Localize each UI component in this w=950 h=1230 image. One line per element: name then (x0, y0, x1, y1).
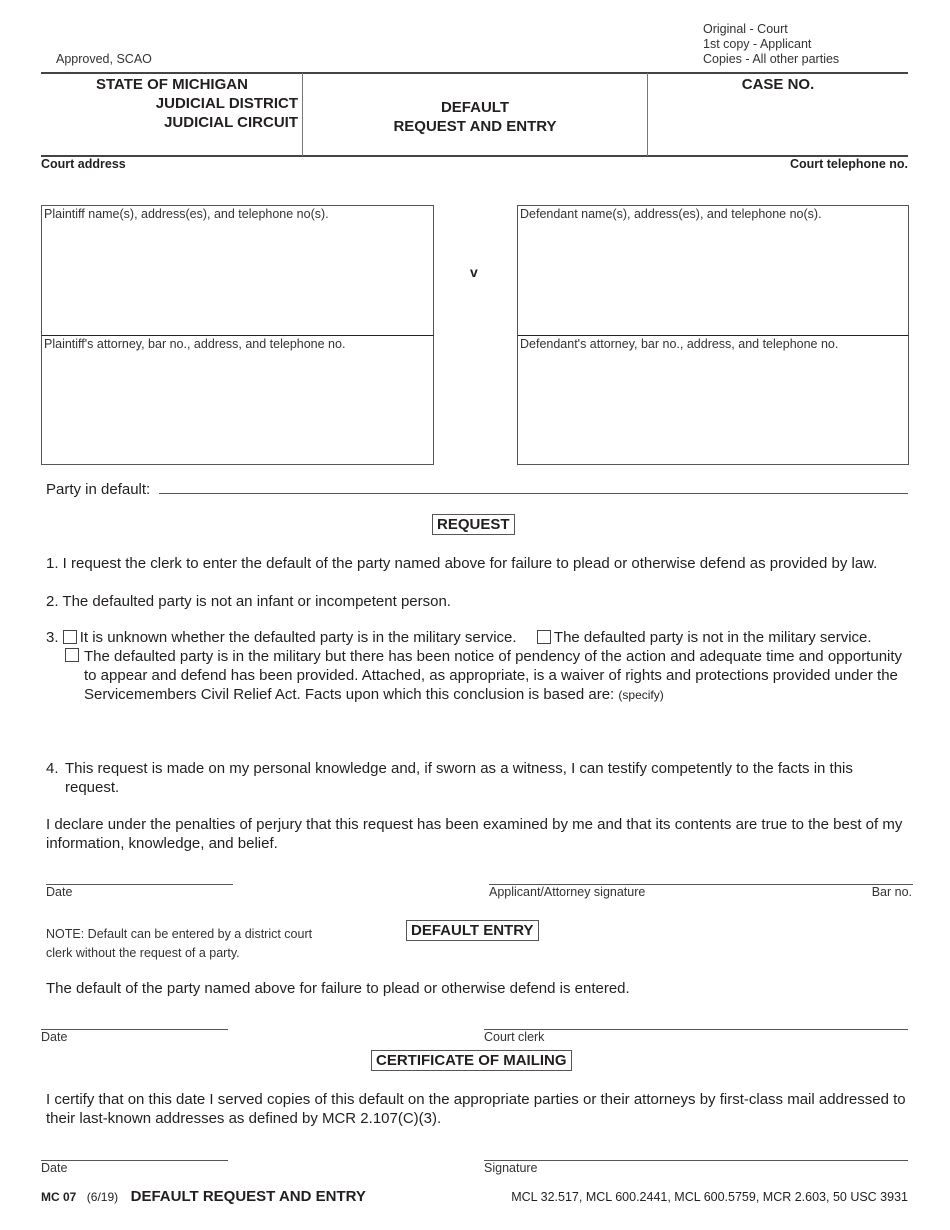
military-notice-checkbox[interactable] (65, 648, 79, 662)
request-section-title: REQUEST (432, 514, 515, 535)
party-in-default-line (159, 493, 908, 494)
military-not-checkbox[interactable] (536, 630, 551, 644)
footer-form-id: MC 07 (6/19) DEFAULT REQUEST AND ENTRY (41, 1188, 366, 1206)
defendant-box: Defendant name(s), address(es), and tele… (517, 205, 909, 336)
case-no-input[interactable] (655, 100, 900, 145)
plaintiff-input[interactable] (44, 224, 431, 332)
perjury-declaration: I declare under the penalties of perjury… (46, 816, 903, 852)
default-entry-note-line2: clerk without the request of a party. (46, 946, 240, 960)
distribution-first-copy: 1st copy - Applicant (703, 37, 812, 51)
default-entry-note: NOTE: Default can be entered by a distri… (46, 925, 312, 963)
defendant-input[interactable] (520, 224, 906, 332)
court-clerk-input[interactable] (484, 1011, 908, 1028)
distribution-list: Original - Court 1st copy - Applicant Co… (703, 22, 839, 67)
defendant-attorney-input[interactable] (520, 354, 906, 460)
form-title-line2: REQUEST AND ENTRY (393, 118, 557, 135)
approved-scao: Approved, SCAO (56, 52, 152, 66)
entry-date-line (41, 1029, 228, 1030)
distribution-copies: Copies - All other parties (703, 52, 840, 66)
specify-hint: (specify) (618, 688, 664, 702)
form-title-line1: DEFAULT (440, 99, 510, 116)
header-top-rule (41, 72, 908, 74)
entry-date-label: Date (41, 1030, 68, 1044)
default-entry-section-title: DEFAULT ENTRY (406, 920, 539, 941)
court-clerk-line (484, 1029, 908, 1030)
versus-label: v (470, 264, 478, 280)
request-date-label: Date (46, 885, 73, 899)
request-date-input[interactable] (46, 866, 233, 883)
plaintiff-attorney-label: Plaintiff's attorney, bar no., address, … (44, 337, 346, 351)
certificate-signature-label: Signature (484, 1161, 538, 1175)
applicant-signature-label: Applicant/Attorney signature (489, 885, 646, 899)
party-in-default-label: Party in default: (46, 481, 151, 498)
plaintiff-attorney-box: Plaintiff's attorney, bar no., address, … (41, 335, 434, 465)
distribution-original: Original - Court (703, 22, 788, 36)
entry-date-input[interactable] (41, 1011, 228, 1028)
request-item-3-row2: The defaulted party is in the military b… (65, 647, 915, 705)
defendant-attorney-box: Defendant's attorney, bar no., address, … (517, 335, 909, 465)
plaintiff-label: Plaintiff name(s), address(es), and tele… (44, 207, 329, 221)
footer-form-title: DEFAULT REQUEST AND ENTRY (130, 1188, 366, 1205)
military-facts-input[interactable] (84, 706, 908, 754)
case-no-label: CASE NO. (741, 76, 815, 93)
court-address-label: Court address (41, 157, 126, 171)
plaintiff-attorney-input[interactable] (44, 354, 431, 460)
defendant-attorney-label: Defendant's attorney, bar no., address, … (520, 337, 839, 351)
header-bottom-rule (41, 155, 908, 157)
footer-form-no: MC 07 (41, 1190, 77, 1204)
military-not-label: The defaulted party is not in the milita… (553, 629, 872, 646)
certificate-statement: I certify that on this date I served cop… (46, 1091, 906, 1127)
certificate-signature-input[interactable] (484, 1142, 908, 1159)
request-item-1: 1. I request the clerk to enter the defa… (46, 555, 878, 572)
request-item-4: 4. This request is made on my personal k… (46, 759, 911, 797)
military-unknown-label: It is unknown whether the defaulted part… (79, 629, 517, 646)
request-item-4-number: 4. (46, 760, 59, 777)
plaintiff-box: Plaintiff name(s), address(es), and tele… (41, 205, 434, 336)
form-title: DEFAULT REQUEST AND ENTRY (303, 98, 647, 136)
state-of-michigan: STATE OF MICHIGAN (96, 76, 248, 93)
military-notice-label: The defaulted party is in the military b… (84, 648, 903, 703)
court-clerk-label: Court clerk (484, 1030, 545, 1044)
military-notice-text: The defaulted party is in the military b… (65, 647, 915, 705)
request-item-3-row1: 3. It is unknown whether the defaulted p… (46, 628, 872, 647)
court-telephone-label: Court telephone no. (789, 157, 908, 171)
request-date-line (46, 884, 233, 885)
certificate-date-input[interactable] (41, 1142, 228, 1159)
certificate-date-line (41, 1160, 228, 1161)
request-item-4-text: This request is made on my personal know… (65, 760, 853, 796)
certificate-signature-line (484, 1160, 908, 1161)
certificate-date-label: Date (41, 1161, 68, 1175)
footer-citations: MCL 32.517, MCL 600.2441, MCL 600.5759, … (511, 1190, 908, 1204)
footer-revision: (6/19) (86, 1190, 119, 1204)
military-unknown-checkbox[interactable] (62, 630, 77, 644)
judicial-district: JUDICIAL DISTRICT (155, 95, 298, 112)
judicial-circuit: JUDICIAL CIRCUIT (164, 114, 298, 131)
request-item-2: 2. The defaulted party is not an infant … (46, 593, 451, 610)
default-entry-statement: The default of the party named above for… (46, 980, 630, 997)
defendant-label: Defendant name(s), address(es), and tele… (520, 207, 822, 221)
applicant-signature-input[interactable] (489, 866, 913, 883)
default-entry-note-line1: NOTE: Default can be entered by a distri… (46, 927, 313, 941)
request-item-3-number: 3. (46, 629, 59, 646)
party-in-default-input[interactable] (162, 477, 906, 493)
bar-no-label: Bar no. (871, 885, 912, 899)
certificate-section-title: CERTIFICATE OF MAILING (371, 1050, 572, 1071)
